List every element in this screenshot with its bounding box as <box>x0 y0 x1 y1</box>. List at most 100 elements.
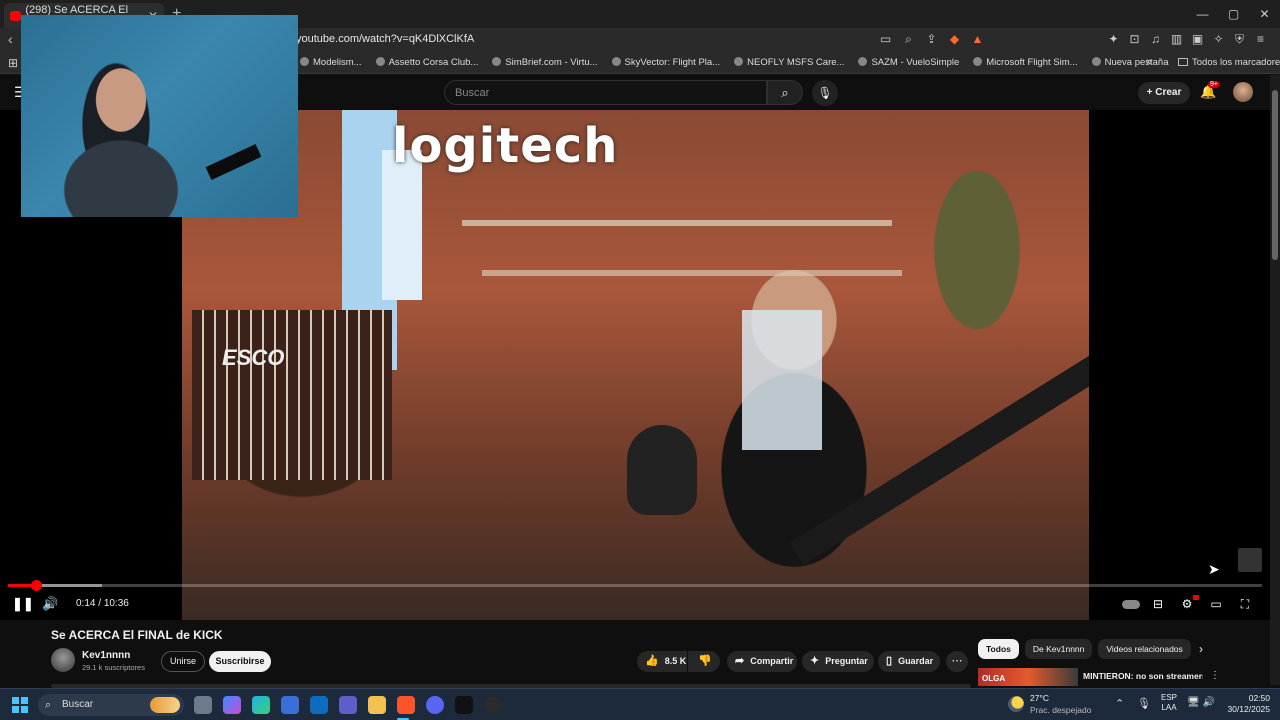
screen: (298) Se ACERCA El FINAL de ✕ + — ▢ ✕ ‹ … <box>0 0 1280 720</box>
search-button[interactable]: ⌕ <box>767 80 803 105</box>
channel-watermark[interactable] <box>1238 548 1262 572</box>
hd-badge <box>1193 595 1199 600</box>
file-explorer-icon[interactable] <box>368 696 386 714</box>
microphone-icon[interactable]: 🎙 <box>1137 697 1151 710</box>
maximize-button[interactable]: ▢ <box>1218 0 1249 28</box>
account-avatar[interactable] <box>1233 82 1253 102</box>
minimize-button[interactable]: — <box>1187 0 1218 28</box>
screenshot-icon[interactable]: ⊡ <box>1127 32 1142 47</box>
chip-todos[interactable]: Todos <box>978 639 1019 659</box>
bookmark-favicon-icon <box>611 57 621 66</box>
bookmark-item[interactable]: SAZM - VueloSimple <box>858 57 959 68</box>
clock[interactable]: 02:50 30/12/2025 <box>1222 693 1270 715</box>
menu-icon[interactable]: ≡ <box>1253 32 1268 47</box>
weather-icon[interactable] <box>1008 696 1024 712</box>
related-chips: Todos De Kev1nnnn Videos relacionados <box>978 639 1191 659</box>
bookmark-item[interactable]: Microsoft Flight Sim... <box>973 57 1078 68</box>
obs-icon[interactable] <box>484 696 502 714</box>
temperature: 27°C <box>1030 693 1049 703</box>
close-window-button[interactable]: ✕ <box>1249 0 1280 28</box>
network-volume-icon[interactable]: 🖥 🔊 <box>1187 697 1215 708</box>
bookmark-item[interactable]: Nueva pestaña <box>1091 57 1169 68</box>
join-button[interactable]: Unirse <box>161 651 205 672</box>
language-indicator[interactable]: ESP LAA <box>1161 693 1177 713</box>
bookmark-list: Modelism... Assetto Corsa Club... SimBri… <box>300 57 1169 68</box>
save-button[interactable]: ▯ Guardar <box>878 651 940 672</box>
search-highlight-icon <box>150 697 180 713</box>
apps-grid-icon[interactable]: ⊞ <box>8 56 18 70</box>
bookmarks-overflow-button[interactable]: » <box>1146 56 1152 68</box>
extensions-icon[interactable]: ✦ <box>1106 32 1121 47</box>
mouse-cursor-icon: ➤ <box>1208 561 1220 577</box>
tiktok-icon[interactable] <box>455 696 473 714</box>
teams-icon[interactable] <box>339 696 357 714</box>
all-bookmarks-button[interactable]: Todos los marcadores <box>1178 57 1280 68</box>
ask-button[interactable]: ✦ Preguntar <box>802 651 874 672</box>
window-controls: — ▢ ✕ <box>1187 0 1280 28</box>
video-mic-arm <box>789 351 1089 565</box>
edge-icon[interactable] <box>252 696 270 714</box>
bookmark-favicon-icon <box>734 57 744 66</box>
progress-scrubber-handle[interactable] <box>30 580 42 591</box>
related-video-title[interactable]: MINTIERON: no son streamers, son PANELIS… <box>1083 670 1203 682</box>
chevron-right-icon[interactable]: › <box>1199 642 1203 656</box>
cast-icon[interactable]: ▭ <box>878 32 893 47</box>
theater-mode-icon[interactable]: ▭ <box>1207 595 1225 613</box>
search-icon: ⌕ <box>781 85 789 100</box>
brave-shield-icon[interactable]: ◆ <box>947 32 962 47</box>
create-button[interactable]: + Crear <box>1138 82 1190 104</box>
fullscreen-icon[interactable]: ⛶ <box>1236 595 1254 613</box>
channel-avatar[interactable] <box>51 648 75 672</box>
bookmark-favicon-icon <box>973 57 983 66</box>
sidebar-icon[interactable]: ▥ <box>1169 32 1184 47</box>
bookmark-item[interactable]: Assetto Corsa Club... <box>375 57 478 68</box>
volume-button[interactable]: 🔊 <box>42 596 58 612</box>
voice-search-button[interactable]: 🎙 <box>812 80 838 106</box>
chip-channel[interactable]: De Kev1nnnn <box>1024 639 1093 659</box>
bookmark-item[interactable]: NEOFLY MSFS Care... <box>734 57 844 68</box>
chip-related[interactable]: Videos relacionados <box>1098 639 1191 659</box>
related-video-thumbnail[interactable]: OLGA <box>978 668 1078 686</box>
share-icon[interactable]: ⇪ <box>924 32 939 47</box>
discord-icon[interactable] <box>426 696 444 714</box>
tray-overflow-icon[interactable]: ⌃ <box>1115 697 1124 710</box>
share-button[interactable]: ➦ Compartir <box>727 651 797 672</box>
time-display: 0:14 / 10:36 <box>76 598 129 609</box>
pause-button[interactable]: ❚❚ <box>12 596 34 612</box>
like-button[interactable]: 👍 8.5 K <box>637 651 687 672</box>
copilot-icon[interactable] <box>223 696 241 714</box>
brave-browser-icon[interactable] <box>397 696 415 714</box>
dislike-button[interactable]: 👎 <box>688 651 720 672</box>
media-icon[interactable]: ♫ <box>1148 32 1163 47</box>
url-field[interactable]: youtube.com/watch?v=qK4DlXClKfA <box>296 33 474 45</box>
related-more-icon[interactable]: ⋮ <box>1210 670 1220 681</box>
task-view-icon[interactable] <box>194 696 212 714</box>
more-options-icon[interactable]: ⋯ <box>946 651 968 672</box>
subtitles-icon[interactable]: ⊟ <box>1149 595 1167 613</box>
wallet-icon[interactable]: ▣ <box>1190 32 1205 47</box>
progress-bar[interactable] <box>8 580 1262 591</box>
page-scrollbar[interactable] <box>1270 75 1280 685</box>
store-icon[interactable] <box>281 696 299 714</box>
folder-icon <box>1178 58 1188 66</box>
search-input[interactable]: Buscar <box>444 80 767 105</box>
back-arrow-icon[interactable]: ‹ <box>8 31 13 47</box>
windows-start-icon[interactable] <box>12 697 28 713</box>
subscribe-button[interactable]: Suscribirse <box>209 651 271 672</box>
outlook-icon[interactable] <box>310 696 328 714</box>
video-frame[interactable]: logitech ESCO <box>182 110 1089 620</box>
scrollbar-thumb[interactable] <box>1272 90 1278 260</box>
vpn-icon[interactable]: ⛨ <box>1232 32 1247 47</box>
bookmark-item[interactable]: SkyVector: Flight Pla... <box>611 57 720 68</box>
leo-ai-icon[interactable]: ✧ <box>1211 32 1226 47</box>
channel-name[interactable]: Kev1nnnn <box>82 650 130 661</box>
thumbs-up-icon: 👍 <box>645 655 659 667</box>
sparkle-icon: ✦ <box>810 655 820 667</box>
zoom-icon[interactable]: ⌕ <box>901 32 916 47</box>
video-microphone <box>627 425 697 515</box>
bookmark-item[interactable]: Modelism... <box>300 57 362 68</box>
bookmark-item[interactable]: SimBrief.com - Virtu... <box>492 57 598 68</box>
taskbar-search[interactable]: ⌕ Buscar <box>38 694 184 716</box>
video-jersey-text: ESCO <box>222 345 285 370</box>
brave-rewards-icon[interactable]: ▲ <box>970 32 985 47</box>
